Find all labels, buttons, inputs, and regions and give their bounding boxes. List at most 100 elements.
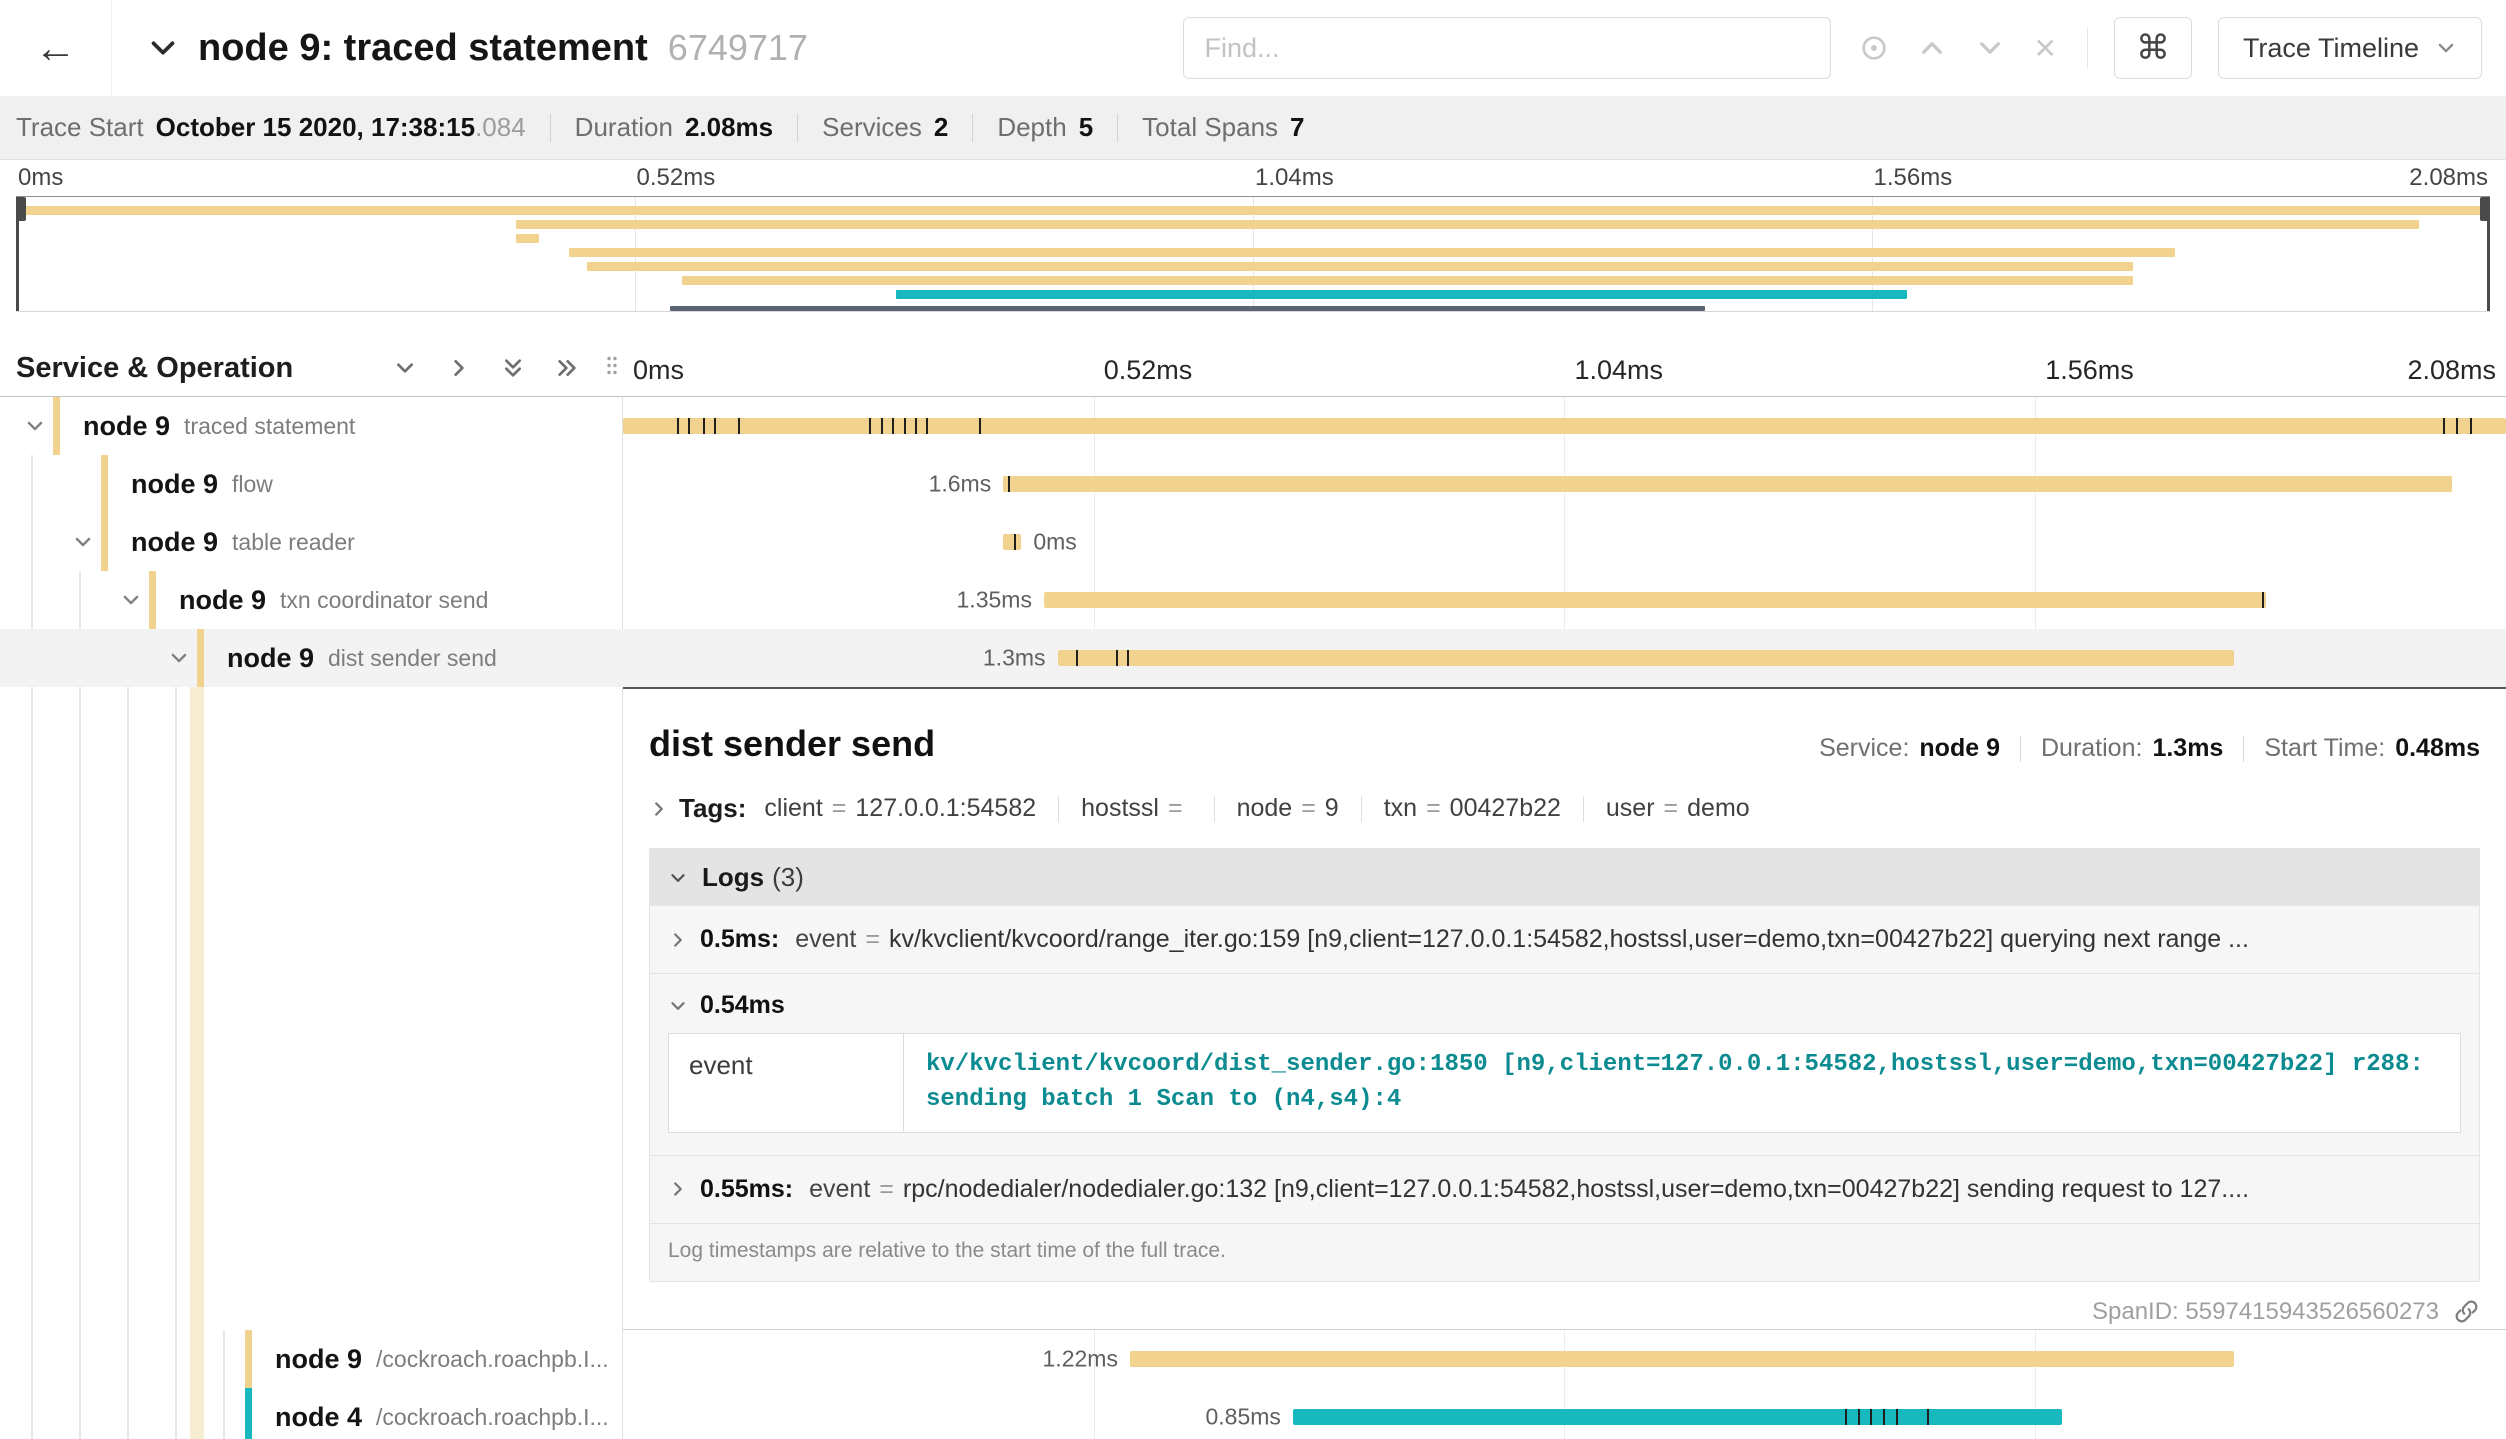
log-marker xyxy=(1927,1409,1929,1425)
span-row[interactable]: node 4/cockroach.roachpb.I...0.85ms xyxy=(0,1388,2506,1439)
minimap-canvas[interactable] xyxy=(16,196,2490,312)
back-button[interactable]: ← xyxy=(0,0,112,96)
chevron-down-icon xyxy=(1975,33,2005,63)
find-input[interactable] xyxy=(1183,17,1831,79)
service-color-bar xyxy=(101,455,108,513)
log-entry[interactable]: 0.55ms:event=rpc/nodedialer/nodedialer.g… xyxy=(650,1156,2479,1224)
tags-list: client=127.0.0.1:54582hostssl=node=9txn=… xyxy=(764,794,1749,823)
span-row[interactable]: node 9flow1.6ms xyxy=(0,455,2506,513)
log-marker xyxy=(915,418,917,434)
span-row[interactable]: node 9dist sender send1.3ms xyxy=(0,629,2506,687)
span-row[interactable]: node 9traced statement xyxy=(0,397,2506,455)
span-bar[interactable] xyxy=(1003,534,1021,550)
span-bar[interactable] xyxy=(1130,1351,2234,1367)
span-bar[interactable] xyxy=(1293,1409,2062,1425)
service-color-bar xyxy=(245,1330,252,1388)
span-bar[interactable] xyxy=(1044,592,2266,608)
collapse-all-icon[interactable] xyxy=(501,356,525,380)
total-spans-label: Total Spans xyxy=(1142,112,1278,143)
expand-one-icon[interactable] xyxy=(447,356,471,380)
minimap-span-bar xyxy=(670,306,1705,311)
service-operation-header: Service & Operation xyxy=(0,340,623,396)
operation-name: /cockroach.roachpb.I... xyxy=(376,1404,609,1431)
view-selector-button[interactable]: Trace Timeline xyxy=(2218,17,2482,79)
tag-key: client xyxy=(764,794,822,822)
duration-value: 2.08ms xyxy=(685,112,773,143)
page-title: node 9: traced statement xyxy=(198,27,648,70)
tag-equals: = xyxy=(1168,794,1183,822)
column-resizer-handle[interactable] xyxy=(605,355,619,382)
row-expander-icon[interactable] xyxy=(24,415,53,437)
log-field-key: event xyxy=(669,1034,904,1132)
log-entry[interactable]: 0.54mseventkv/kvclient/kvcoord/dist_send… xyxy=(650,974,2479,1156)
command-icon: ⌘ xyxy=(2136,28,2170,68)
timeline-rows: node 9traced statementnode 9flow1.6msnod… xyxy=(0,397,2506,1439)
trace-title-toggle[interactable] xyxy=(146,31,180,65)
minimap-span-bar xyxy=(896,290,1907,299)
logs-accordion: Logs (3) 0.5ms:event=kv/kvclient/kvcoord… xyxy=(649,848,2480,1282)
keyboard-shortcuts-button[interactable]: ⌘ xyxy=(2114,17,2192,79)
duration-value: 1.3ms xyxy=(2152,734,2223,763)
log-marker xyxy=(2456,418,2458,434)
log-marker xyxy=(738,418,740,434)
top-bar: ← node 9: traced statement 6749717 ✕ ⌘ T… xyxy=(0,0,2506,96)
log-marker xyxy=(1896,1409,1898,1425)
row-expander-icon[interactable] xyxy=(168,647,197,669)
expand-all-icon[interactable] xyxy=(555,356,579,380)
chevron-right-icon xyxy=(668,930,688,950)
span-rows-bottom: node 9/cockroach.roachpb.I...1.22msnode … xyxy=(0,1330,2506,1439)
divider xyxy=(1583,796,1584,822)
divider xyxy=(2087,27,2088,69)
minimap-right-scrubber[interactable] xyxy=(2487,197,2490,311)
tags-label: Tags: xyxy=(679,793,746,824)
divider xyxy=(1058,796,1059,822)
log-marker xyxy=(979,418,981,434)
span-duration-label: 1.35ms xyxy=(957,587,1032,614)
tag-item: node=9 xyxy=(1237,794,1339,823)
span-bar[interactable] xyxy=(1058,650,2235,666)
tick-label: 0ms xyxy=(18,164,63,192)
span-row[interactable]: node 9txn coordinator send1.35ms xyxy=(0,571,2506,629)
service-name: node 9 xyxy=(227,643,314,674)
span-row[interactable]: node 9table reader0ms xyxy=(0,513,2506,571)
span-bar[interactable] xyxy=(1003,476,2451,492)
tag-value: 00427b22 xyxy=(1450,794,1561,822)
link-icon[interactable] xyxy=(2453,1298,2480,1325)
span-detail-row: dist sender send Service: node 9 Duratio… xyxy=(0,687,2506,1330)
tag-item: user=demo xyxy=(1606,794,1750,823)
trace-start-label: Trace Start xyxy=(16,112,144,143)
tag-item: client=127.0.0.1:54582 xyxy=(764,794,1036,823)
locate-span-button[interactable] xyxy=(1859,33,1889,63)
chevron-right-icon xyxy=(649,799,669,819)
log-marker xyxy=(892,418,894,434)
minimap-span-bar xyxy=(516,220,2419,229)
span-detail-title: dist sender send xyxy=(649,723,935,765)
next-result-button[interactable] xyxy=(1975,33,2005,63)
service-name: node 9 xyxy=(83,411,170,442)
log-marker xyxy=(1845,1409,1847,1425)
row-expander-icon[interactable] xyxy=(120,589,149,611)
logs-header[interactable]: Logs (3) xyxy=(650,849,2479,906)
duration-label: Duration: xyxy=(2041,734,2142,763)
span-duration-label: 1.22ms xyxy=(1043,1346,1118,1373)
log-marker xyxy=(2262,592,2264,608)
minimap-left-scrubber[interactable] xyxy=(16,197,19,311)
log-entry[interactable]: 0.5ms:event=kv/kvclient/kvcoord/range_it… xyxy=(650,906,2479,974)
log-entry-header[interactable]: 0.54ms xyxy=(650,974,2479,1031)
service-color-bar xyxy=(197,629,204,687)
divider xyxy=(1361,796,1362,822)
span-duration-label: 1.6ms xyxy=(929,471,992,498)
prev-result-button[interactable] xyxy=(1917,33,1947,63)
service-label: Service: xyxy=(1819,734,1909,763)
operation-name: flow xyxy=(232,471,273,498)
span-row[interactable]: node 9/cockroach.roachpb.I...1.22ms xyxy=(0,1330,2506,1388)
trace-minimap: 0ms0.52ms1.04ms1.56ms2.08ms xyxy=(0,160,2506,312)
minimap-span-bar xyxy=(682,276,2133,285)
tag-key: txn xyxy=(1384,794,1417,822)
clear-search-button[interactable]: ✕ xyxy=(2033,32,2056,65)
collapse-one-icon[interactable] xyxy=(393,356,417,380)
tags-accordion[interactable]: Tags: client=127.0.0.1:54582hostssl=node… xyxy=(649,793,2480,824)
row-expander-icon[interactable] xyxy=(72,531,101,553)
timeline-header: Service & Operation 0ms0.52ms1.04ms1.56m… xyxy=(0,340,2506,397)
log-fields-table: eventkv/kvclient/kvcoord/dist_sender.go:… xyxy=(668,1033,2461,1133)
